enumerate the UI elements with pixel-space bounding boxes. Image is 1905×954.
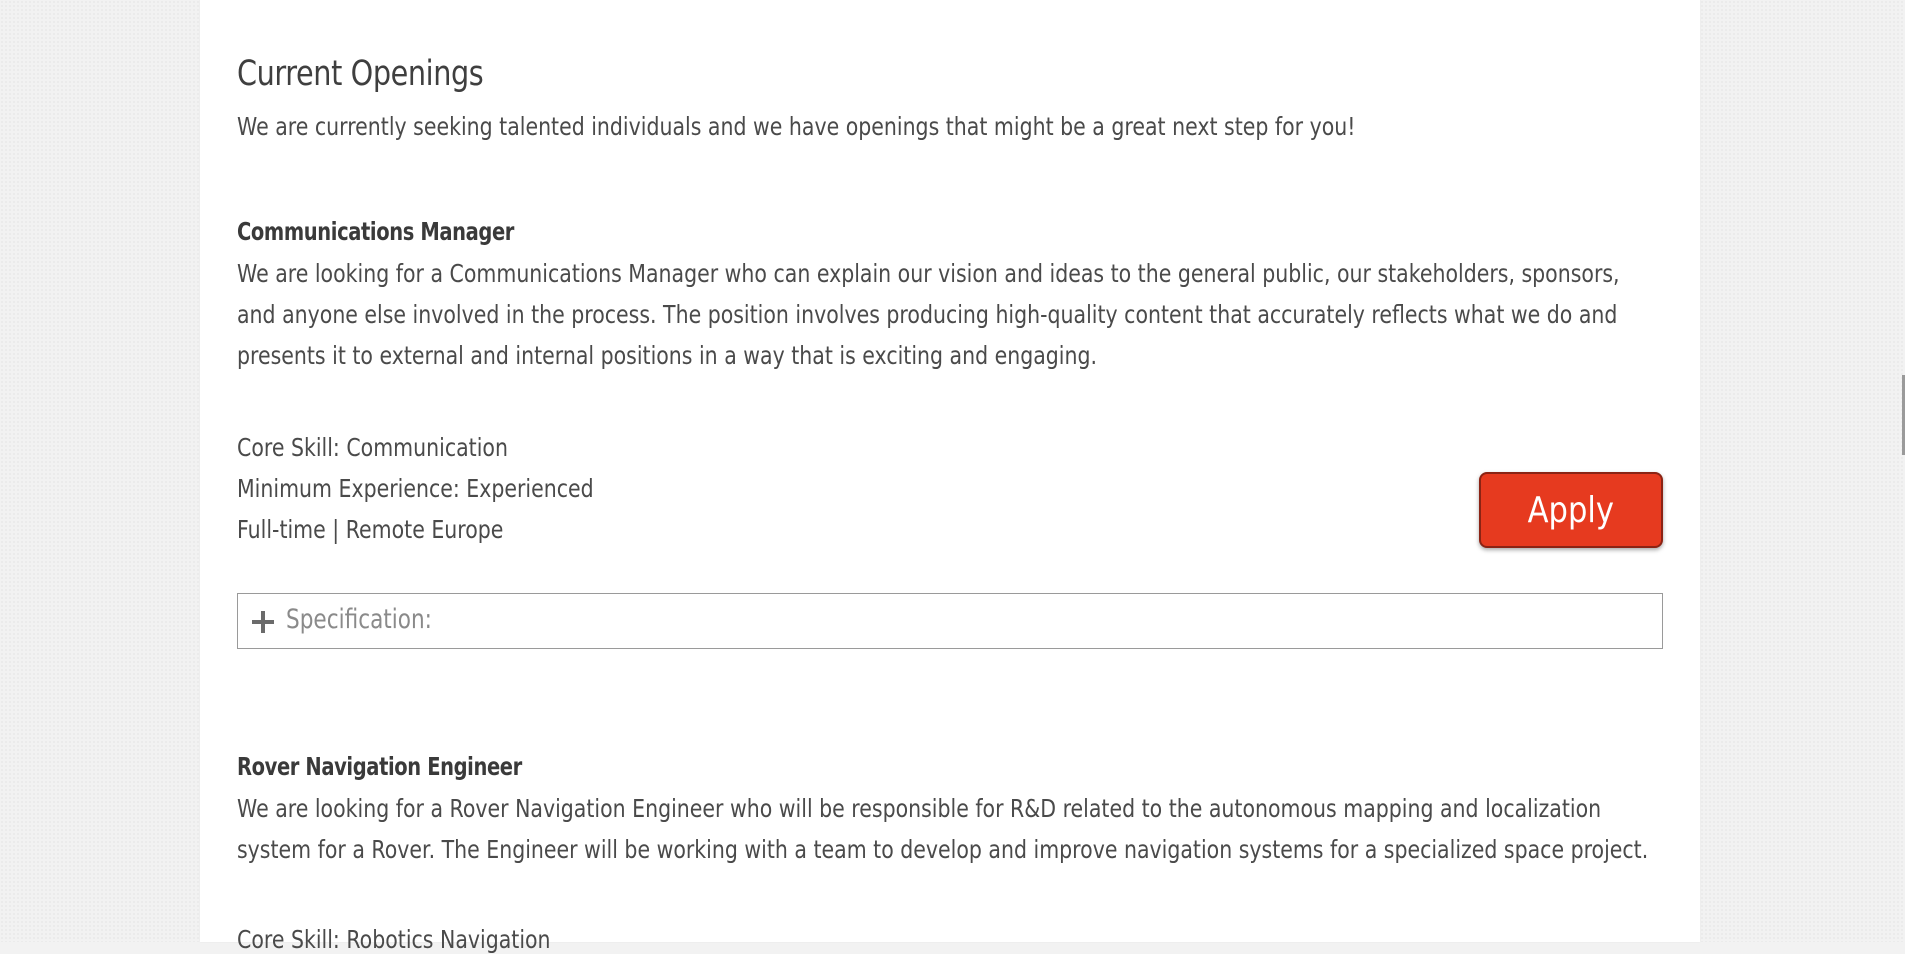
section-title: Current Openings bbox=[237, 54, 484, 94]
job-core-skill: Core Skill: Robotics Navigation bbox=[237, 925, 551, 954]
job-description: We are looking for a Rover Navigation En… bbox=[237, 794, 1649, 864]
page-container: Current Openings We are currently seekin… bbox=[200, 0, 1700, 954]
job-description: We are looking for a Communications Mana… bbox=[237, 259, 1620, 370]
job-core-skill: Core Skill: Communication bbox=[237, 433, 508, 462]
section-intro: We are currently seeking talented indivi… bbox=[237, 112, 1356, 141]
job-min-experience: Minimum Experience: Experienced bbox=[237, 474, 594, 503]
apply-button[interactable]: Apply bbox=[1479, 472, 1663, 548]
specification-label: Specification: bbox=[286, 604, 432, 635]
plus-icon bbox=[252, 611, 274, 633]
apply-button-label: Apply bbox=[1527, 489, 1615, 531]
job-title-rover-navigation-engineer: Rover Navigation Engineer bbox=[237, 752, 522, 781]
job-title-communications-manager: Communications Manager bbox=[237, 217, 515, 246]
specification-accordion[interactable]: Specification: bbox=[237, 593, 1663, 649]
job-employment-type: Full-time | Remote Europe bbox=[237, 515, 504, 544]
